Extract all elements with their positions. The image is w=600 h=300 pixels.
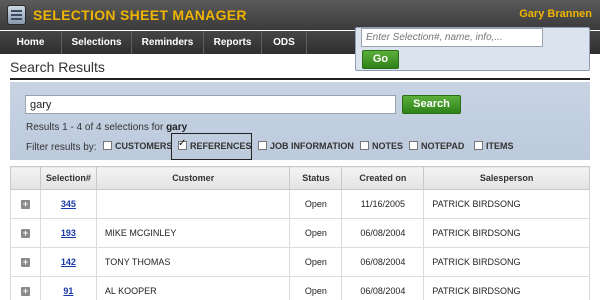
checkbox-notes[interactable]: [360, 141, 369, 150]
selection-link[interactable]: 193: [61, 228, 76, 238]
results-table: Selection# Customer Status Created on Sa…: [10, 166, 590, 300]
selection-link[interactable]: 345: [61, 199, 76, 209]
status-cell: Open: [289, 218, 343, 248]
column-header-expand: [10, 166, 41, 190]
nav-reports[interactable]: Reports: [204, 31, 262, 54]
expand-plus-icon[interactable]: +: [20, 258, 30, 267]
quick-search-input[interactable]: [361, 28, 543, 47]
filter-notepad[interactable]: NOTEPAD: [409, 141, 464, 153]
checkbox-customers[interactable]: [103, 141, 112, 150]
table-row: + 91 AL KOOPER Open 06/08/2004 PATRICK B…: [10, 276, 590, 300]
salesperson-cell: PATRICK BIRDSONG: [423, 218, 590, 248]
nav-ods[interactable]: ODS: [262, 31, 307, 54]
salesperson-cell: PATRICK BIRDSONG: [423, 247, 590, 277]
column-header-status[interactable]: Status: [289, 166, 343, 190]
checkbox-items[interactable]: [474, 141, 483, 150]
nav-reminders[interactable]: Reminders: [132, 31, 204, 54]
selection-link[interactable]: 91: [63, 286, 73, 296]
go-button[interactable]: Go: [362, 50, 399, 69]
filter-notes[interactable]: NOTES: [360, 141, 403, 153]
created-on-cell: 06/08/2004: [341, 218, 425, 248]
results-summary-text: Results 1 - 4 of 4 selections for: [26, 122, 167, 133]
table-header-row: Selection# Customer Status Created on Sa…: [10, 166, 590, 190]
results-search-term: gary: [166, 122, 188, 133]
nav-home[interactable]: Home: [0, 31, 62, 54]
status-cell: Open: [289, 247, 343, 277]
filter-customers-label: CUSTOMERS: [115, 141, 173, 151]
page-title: Search Results: [10, 59, 105, 75]
checkbox-notepad[interactable]: [409, 141, 418, 150]
filter-notepad-label: NOTEPAD: [421, 141, 465, 151]
nav-selections[interactable]: Selections: [62, 31, 132, 54]
filter-items-label: ITEMS: [486, 141, 514, 151]
table-row: + 345 Open 11/16/2005 PATRICK BIRDSONG: [10, 189, 590, 219]
salesperson-cell: PATRICK BIRDSONG: [423, 189, 590, 219]
checkbox-references[interactable]: [178, 138, 187, 150]
checkbox-job-information[interactable]: [258, 141, 267, 150]
filter-items[interactable]: ITEMS: [474, 141, 514, 153]
status-cell: Open: [289, 189, 343, 219]
customer-cell: AL KOOPER: [95, 276, 291, 300]
results-table-wrapper: Selection# Customer Status Created on Sa…: [10, 166, 590, 300]
quick-search-panel: Go: [355, 27, 590, 71]
search-button[interactable]: Search: [402, 95, 461, 114]
table-row: + 142 TONY THOMAS Open 06/08/2004 PATRIC…: [10, 247, 590, 277]
filter-job-information-label: JOB INFORMATION: [270, 141, 354, 151]
title-divider: [10, 78, 590, 80]
user-name[interactable]: Gary Brannen: [519, 8, 592, 20]
customer-cell: [95, 189, 291, 219]
column-header-salesperson[interactable]: Salesperson: [423, 166, 590, 190]
salesperson-cell: PATRICK BIRDSONG: [423, 276, 590, 300]
customer-cell: MIKE MCGINLEY: [95, 218, 291, 248]
table-row: + 193 MIKE MCGINLEY Open 06/08/2004 PATR…: [10, 218, 590, 248]
status-cell: Open: [289, 276, 343, 300]
created-on-cell: 06/08/2004: [341, 247, 425, 277]
filter-job-information[interactable]: JOB INFORMATION: [258, 141, 354, 153]
filter-references[interactable]: REFERENCES: [178, 138, 252, 153]
filter-label: Filter results by:: [26, 142, 97, 153]
search-input[interactable]: [25, 95, 396, 114]
expand-plus-icon[interactable]: +: [20, 200, 30, 209]
created-on-cell: 11/16/2005: [341, 189, 425, 219]
selection-sheet-logo-icon: [7, 5, 26, 25]
column-header-created-on[interactable]: Created on: [341, 166, 425, 190]
filter-references-label: REFERENCES: [190, 141, 252, 151]
column-header-selection[interactable]: Selection#: [39, 166, 97, 190]
filter-customers[interactable]: CUSTOMERS: [103, 141, 172, 153]
selection-link[interactable]: 142: [61, 257, 76, 267]
app-title: SELECTION SHEET MANAGER: [33, 7, 247, 23]
column-header-customer[interactable]: Customer: [95, 166, 291, 190]
filter-notes-label: NOTES: [372, 141, 404, 151]
customer-cell: TONY THOMAS: [95, 247, 291, 277]
results-summary: Results 1 - 4 of 4 selections for gary: [26, 122, 187, 133]
created-on-cell: 06/08/2004: [341, 276, 425, 300]
expand-plus-icon[interactable]: +: [20, 229, 30, 238]
app-header: SELECTION SHEET MANAGER Gary Brannen: [0, 0, 600, 30]
expand-plus-icon[interactable]: +: [20, 287, 30, 296]
